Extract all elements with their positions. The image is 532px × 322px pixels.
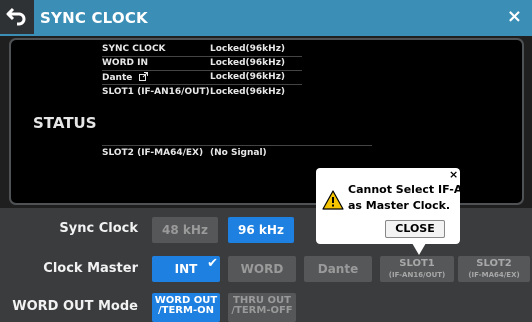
thru-out-line2: /TERM-OFF [231,305,293,316]
slot1-label: SLOT1 [399,258,435,269]
clock-master-dante-button[interactable]: Dante [304,256,372,282]
title-bar: SYNC CLOCK × [0,0,532,36]
divider [102,56,302,57]
slot1-sub-label: (IF-AN16/OUT) [388,271,446,279]
slot2-label: SLOT2 [476,258,512,269]
status-row-label: Dante [102,73,133,83]
word-out-mode-label: WORD OUT Mode [12,299,138,314]
checkmark-icon: ✔ [207,256,218,271]
divider [102,70,302,71]
close-window-button[interactable]: × [507,7,522,27]
error-popup: Cannot Select IF-AN16/OUT as Master Cloc… [316,168,517,244]
clock-master-word-button[interactable]: WORD [228,256,296,282]
sync-clock-48khz-button[interactable]: 48 kHz [152,217,218,243]
status-row-name: SLOT1 (IF-AN16/OUT) [102,87,210,97]
clock-master-slot2-button[interactable]: SLOT2 (IF-MA64/EX) [458,256,530,282]
window-title: SYNC CLOCK [40,9,148,27]
status-row-name: SYNC CLOCK [102,44,166,54]
status-row-value: Locked(96kHz) [210,72,286,82]
word-out-term-on-button[interactable]: WORD OUT /TERM-ON [152,293,220,322]
back-button[interactable] [0,0,34,34]
status-row-value: Locked(96kHz) [210,87,286,97]
status-label: STATUS [33,114,97,132]
status-row-value: Locked(96kHz) [210,44,286,54]
status-row-name: Dante [102,72,148,83]
back-arrow-icon [6,7,26,26]
divider [102,84,302,85]
divider [102,145,372,146]
status-row-name: WORD IN [102,58,148,68]
status-row-value: Locked(96kHz) [210,58,286,68]
popup-close-button[interactable]: CLOSE [385,220,445,238]
popup-line1: Cannot Select IF-AN16/OUT [348,183,517,196]
clock-master-int-label: INT [174,262,198,276]
thru-out-term-off-button[interactable]: THRU OUT /TERM-OFF [228,293,296,322]
status-row-name: SLOT2 (IF-MA64/EX) [102,148,204,158]
slot2-sub-label: (IF-MA64/EX) [468,271,520,279]
popup-message: Cannot Select IF-AN16/OUT as Master Cloc… [348,182,517,214]
warning-icon [322,190,344,210]
word-out-line2: /TERM-ON [158,305,214,316]
external-link-icon [138,72,148,81]
status-row-value: (No Signal) [210,148,267,158]
popup-pointer [412,243,426,255]
clock-master-int-button[interactable]: INT ✔ [152,256,220,282]
clock-master-slot1-button[interactable]: SLOT1 (IF-AN16/OUT) [380,256,454,282]
clock-master-label: Clock Master [43,261,138,276]
sync-clock-label: Sync Clock [59,221,138,236]
popup-close-icon[interactable]: × [449,168,458,181]
popup-line2: as Master Clock. [348,199,451,212]
sync-clock-96khz-button[interactable]: 96 kHz [228,217,294,243]
